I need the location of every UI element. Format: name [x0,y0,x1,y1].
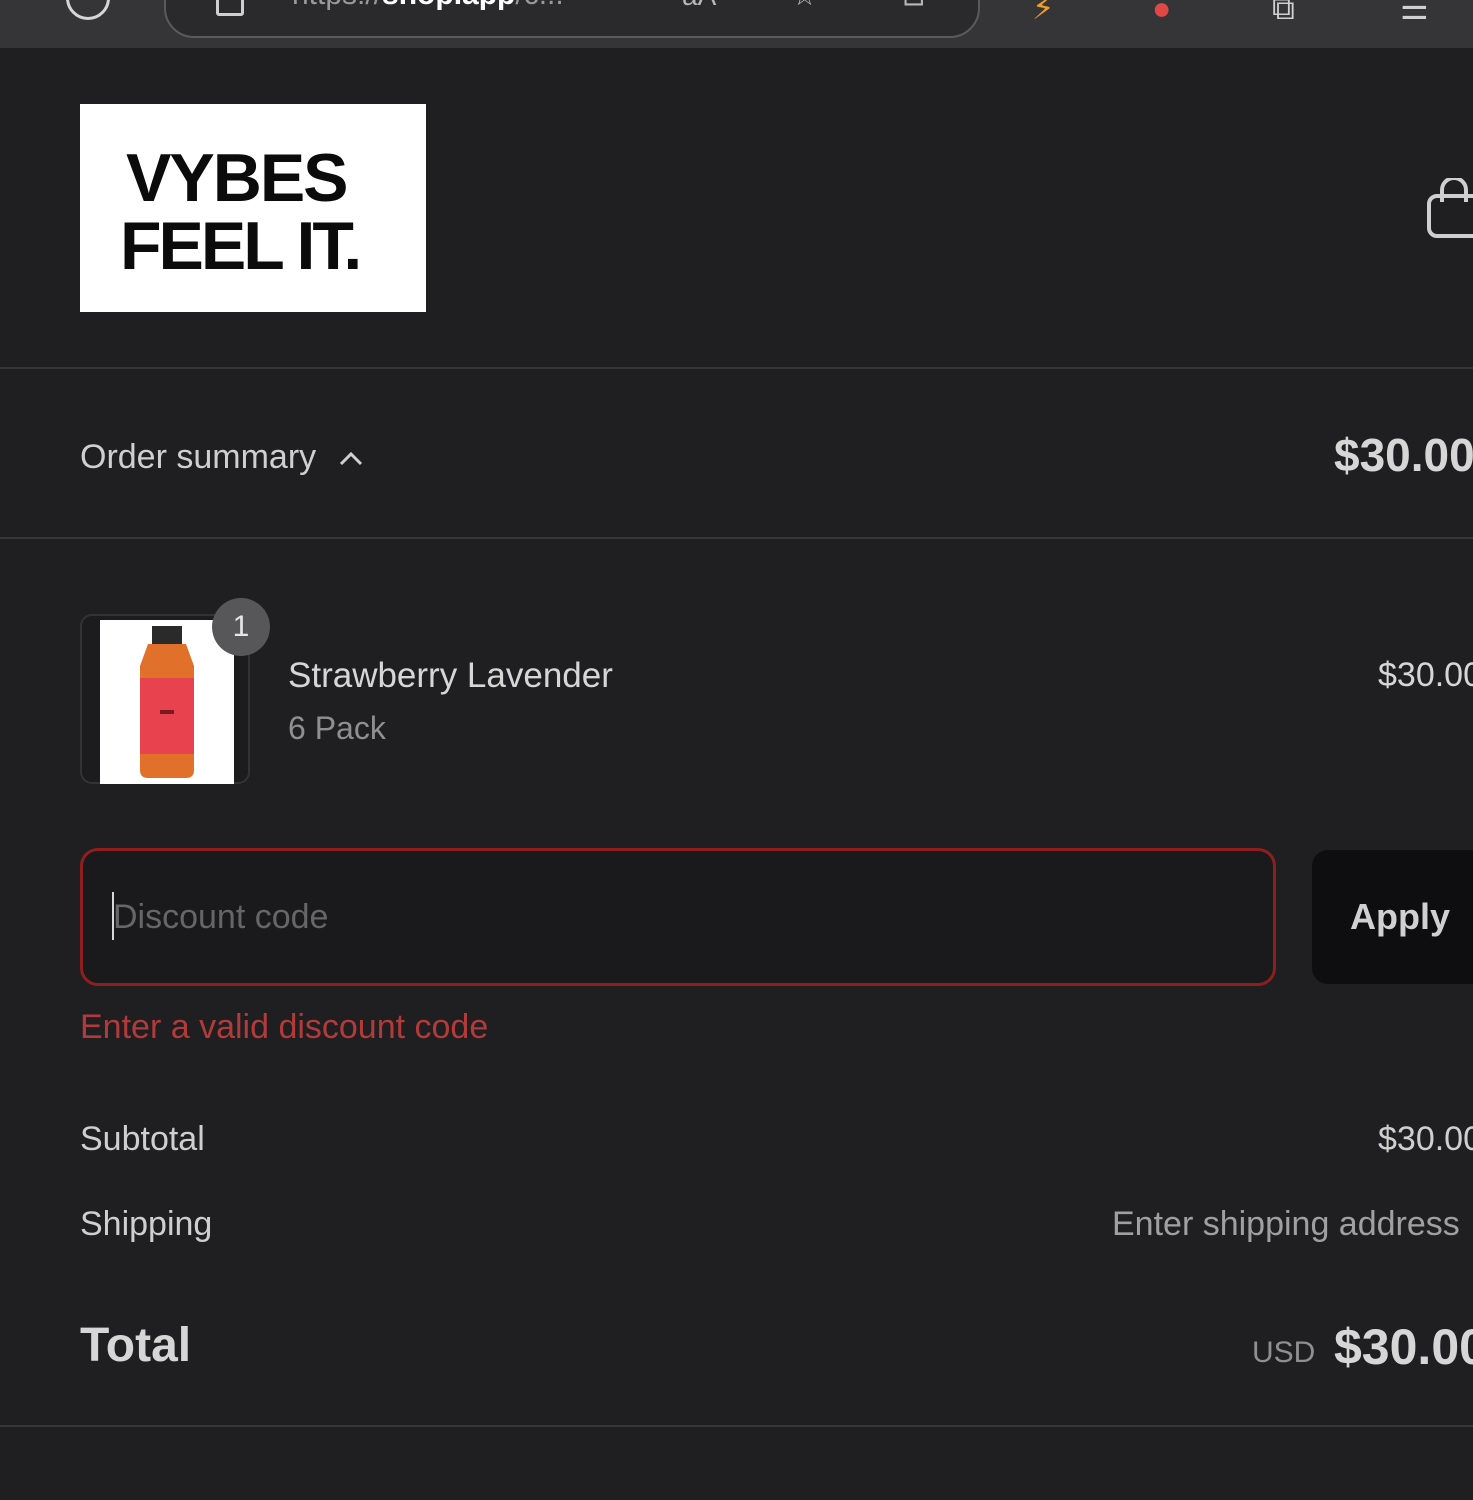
footer-divider [0,1425,1473,1427]
text-caret [112,892,114,940]
total-label: Total [80,1319,192,1372]
header-divider [0,367,1473,369]
quantity-badge: 1 [212,598,270,656]
address-bar[interactable]: https://shop.app/c... aA ☆ ⊡ [164,0,980,38]
extension-icon[interactable]: ⚡ [1032,0,1054,24]
logo-line-1: VYBES [126,140,349,216]
collections-icon[interactable]: ⧉ [1272,0,1295,24]
currency-code: USD [1252,1336,1316,1369]
total-value: $30.00 [1334,1319,1473,1375]
product-name: Strawberry Lavender [288,656,613,695]
chevron-up-icon [340,451,363,466]
discount-code-input[interactable] [80,848,1276,986]
product-price: $30.00 [1378,656,1473,694]
logo-line-2: FEEL IT. [120,208,362,284]
extension-icon[interactable]: ● [1152,0,1171,24]
bookmark-icon[interactable]: ⊡ [902,0,925,10]
shipping-value: Enter shipping address [1112,1205,1460,1243]
shopping-bag-icon[interactable] [1426,178,1473,240]
shipping-label: Shipping [80,1205,213,1243]
product-variant: 6 Pack [288,710,386,746]
lock-icon[interactable] [216,0,244,16]
product-thumbnail: 1 [80,598,270,784]
subtotal-label: Subtotal [80,1120,205,1158]
favorites-bar-icon[interactable]: ☰ [1400,0,1429,24]
product-image [100,620,234,784]
favorites-star-icon[interactable]: ☆ [792,0,817,10]
apply-discount-button[interactable]: Apply [1312,850,1473,984]
subtotal-value: $30.00 [1378,1120,1473,1158]
url-text[interactable]: https://shop.app/c... [292,0,564,10]
browser-toolbar: https://shop.app/c... aA ☆ ⊡ ⚡ ● ⧉ ☰ [0,0,1473,48]
reload-icon[interactable] [66,0,110,20]
store-logo[interactable]: VYBES FEEL IT. [80,104,426,312]
order-summary-toggle[interactable]: Order summary [80,434,366,480]
summary-divider [0,537,1473,539]
discount-error-message: Enter a valid discount code [80,1008,489,1046]
order-summary-label: Order summary [80,437,317,476]
order-summary-total: $30.00 [1334,429,1473,481]
read-aloud-icon[interactable]: aA [682,0,716,10]
